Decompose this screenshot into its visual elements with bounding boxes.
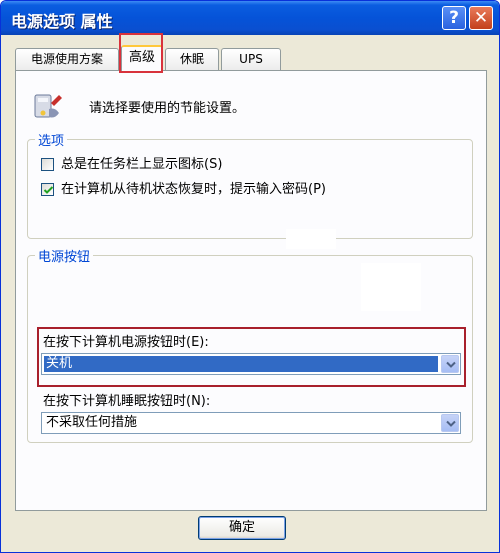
close-button[interactable]: ✕ [469, 6, 493, 30]
power-button-dropdown[interactable] [441, 355, 459, 373]
chevron-down-icon [446, 361, 456, 368]
checkmark-icon [43, 186, 54, 194]
sleep-button-value: 不采取任何措施 [46, 415, 138, 430]
selection-fill [44, 356, 438, 372]
image-artifact [286, 229, 336, 249]
power-button-select[interactable]: 关机 [41, 353, 461, 375]
intro-text: 请选择要使用的节能设置。 [89, 101, 246, 116]
help-icon: ? [449, 8, 459, 28]
sleep-button-select[interactable]: 不采取任何措施 [41, 412, 461, 434]
tab-advanced[interactable]: 高级 [121, 45, 163, 71]
help-button[interactable]: ? [442, 6, 466, 30]
sleep-button-label: 在按下计算机睡眠按钮时(N): [43, 394, 211, 409]
power-options-icon [31, 89, 65, 123]
image-artifact [361, 263, 421, 311]
power-options-dialog: 电源选项 属性 ? ✕ 电源使用方案 高级 休眠 UPS 请选择要使用的节能设置… [0, 0, 500, 553]
window-title: 电源选项 属性 [11, 12, 113, 31]
options-group-legend: 选项 [35, 130, 68, 149]
tab-label: 休眠 [179, 52, 204, 66]
password-checkbox[interactable] [41, 183, 54, 196]
tab-label: 高级 [128, 50, 155, 65]
close-icon: ✕ [473, 8, 489, 28]
tab-label: 电源使用方案 [30, 52, 103, 66]
power-buttons-group-legend: 电源按钮 [35, 246, 94, 265]
chevron-down-icon [446, 420, 456, 427]
power-button-value: 关机 [46, 356, 73, 371]
power-button-label: 在按下计算机电源按钮时(E): [43, 335, 209, 350]
ok-button[interactable]: 确定 [198, 516, 286, 540]
password-label: 在计算机从待机状态恢复时，提示输入密码(P) [61, 182, 326, 197]
show-icon-checkbox[interactable] [41, 158, 54, 171]
tab-label: UPS [239, 52, 263, 66]
sleep-button-dropdown[interactable] [441, 414, 459, 432]
tab-ups[interactable]: UPS [221, 48, 281, 70]
tab-power-schemes[interactable]: 电源使用方案 [15, 48, 119, 70]
show-icon-label: 总是在任务栏上显示图标(S) [61, 157, 223, 172]
ok-label: 确定 [228, 520, 255, 535]
tab-hibernate[interactable]: 休眠 [165, 48, 219, 70]
title-bar[interactable]: 电源选项 属性 ? ✕ [1, 1, 499, 35]
